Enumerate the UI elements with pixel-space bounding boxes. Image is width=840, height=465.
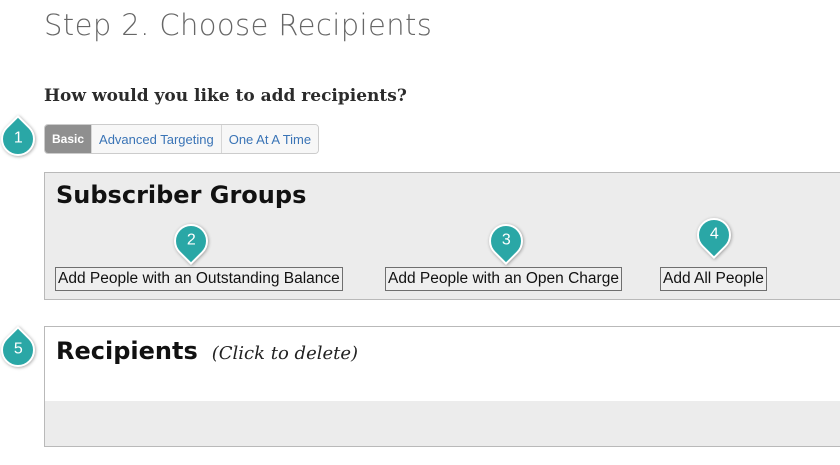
- callout-number-4: 4: [709, 226, 719, 243]
- callout-marker-5: 5: [0, 325, 43, 375]
- tab-advanced-targeting[interactable]: Advanced Targeting: [91, 125, 221, 153]
- callout-number-1: 1: [13, 130, 23, 147]
- tab-one-at-a-time[interactable]: One At A Time: [220, 125, 319, 153]
- click-to-delete-hint: (Click to delete): [211, 343, 359, 364]
- recipients-list-area[interactable]: [45, 401, 840, 446]
- tab-basic[interactable]: Basic: [45, 125, 92, 153]
- page-title: Step 2. Choose Recipients: [44, 8, 433, 42]
- callout-number-5: 5: [13, 341, 23, 358]
- add-recipients-question: How would you like to add recipients?: [44, 86, 407, 106]
- recipients-panel: Recipients (Click to delete): [44, 326, 840, 447]
- add-outstanding-balance-button[interactable]: Add People with an Outstanding Balance: [55, 267, 343, 291]
- choose-recipients-page: Step 2. Choose Recipients How would you …: [0, 0, 840, 465]
- add-all-people-button[interactable]: Add All People: [660, 267, 767, 291]
- callout-marker-1: 1: [0, 114, 43, 164]
- callout-number-3: 3: [501, 232, 511, 249]
- callout-number-2: 2: [186, 232, 196, 249]
- recipient-method-tabs: Basic Advanced Targeting One At A Time: [44, 124, 320, 154]
- recipients-heading: Recipients: [56, 337, 198, 365]
- recipients-header: Recipients (Click to delete): [56, 337, 358, 365]
- subscriber-groups-heading: Subscriber Groups: [56, 181, 307, 209]
- add-open-charge-button[interactable]: Add People with an Open Charge: [385, 267, 622, 291]
